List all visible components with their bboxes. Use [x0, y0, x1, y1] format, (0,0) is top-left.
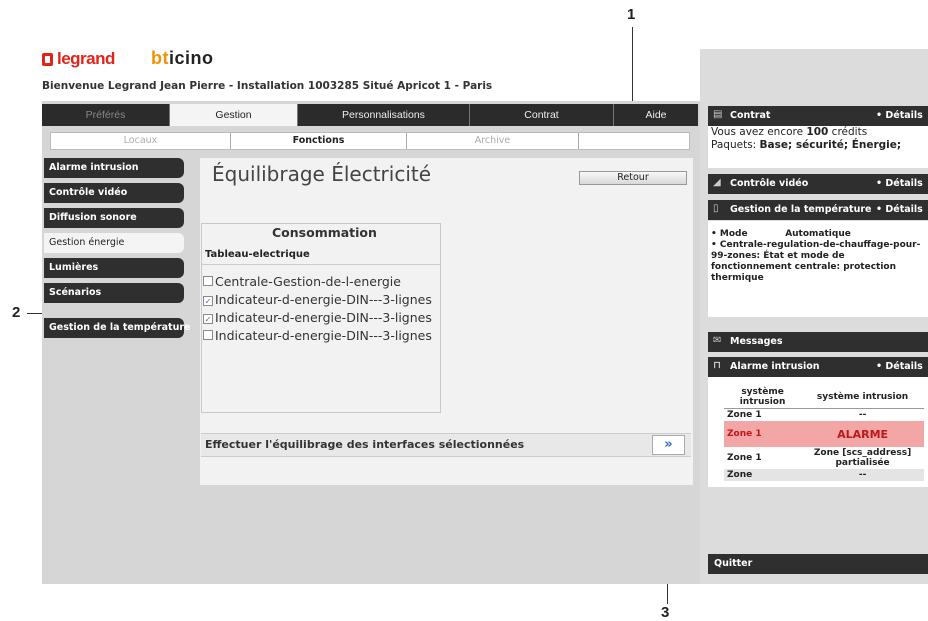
option-label: Indicateur-d-energie-DIN---3-lignes [215, 310, 432, 325]
subtab-archive[interactable]: Archive [407, 133, 579, 149]
messages-header[interactable]: ✉ Messages [708, 332, 928, 352]
option-label: Indicateur-d-energie-DIN---3-lignes [215, 328, 432, 343]
table-row: Zone 1 Zone [scs_address] partialisée [727, 448, 912, 468]
consommation-box: Consommation Tableau-electrique Centrale… [201, 223, 441, 413]
balance-bar: Effectuer l'équilibrage des interfaces s… [201, 433, 691, 457]
subtab-empty [579, 133, 689, 149]
sub-navigation: Locaux Fonctions Archive [50, 132, 690, 150]
interface-option: ✓ Indicateur-d-energie-DIN---3-lignes [203, 310, 440, 325]
contract-icon: ▤ [713, 109, 723, 120]
sidebar-item-controle-video[interactable]: Contrôle vidéo [44, 183, 184, 203]
quitter-button[interactable]: Quitter [708, 554, 928, 574]
sidebar-item-alarme-intrusion[interactable]: Alarme intrusion [44, 158, 184, 178]
video-details-link[interactable]: • Détails [876, 178, 923, 189]
tab-aide[interactable]: Aide [614, 104, 698, 126]
table-row: Zone 1 -- [727, 410, 867, 420]
thermometer-icon: ▯ [713, 203, 719, 214]
option-label: Indicateur-d-energie-DIN---3-lignes [215, 292, 432, 307]
sidebar-item-gestion-temperature[interactable]: Gestion de la température [44, 318, 190, 338]
tab-preferes[interactable]: Préférés [42, 104, 170, 126]
tab-gestion[interactable]: Gestion [170, 104, 298, 126]
alarm-table: système intrusion système intrusion Zone… [724, 386, 924, 481]
balance-label: Effectuer l'équilibrage des interfaces s… [205, 438, 525, 451]
checkbox-indicateur-3[interactable] [203, 330, 213, 340]
main-navigation: Préférés Gestion Personnalisations Contr… [42, 104, 698, 126]
video-header[interactable]: ◢ Contrôle vidéo • Détails [708, 174, 928, 194]
interface-option: ✓ Indicateur-d-energie-DIN---3-lignes [203, 292, 440, 307]
balance-go-button[interactable]: » [652, 435, 685, 455]
subtab-locaux[interactable]: Locaux [51, 133, 231, 149]
table-row: Zone 1 ALARME [724, 421, 924, 447]
checkbox-indicateur-1[interactable]: ✓ [203, 296, 213, 306]
alarme-header[interactable]: ⊓ Alarme intrusion • Détails [708, 357, 928, 377]
tableau-electrique-label: Tableau-electrique [202, 244, 440, 265]
tab-contrat[interactable]: Contrat [470, 104, 614, 126]
temperature-header[interactable]: ▯ Gestion de la température • Détails [708, 200, 928, 220]
mail-icon: ✉ [713, 335, 722, 346]
main-panel: Équilibrage Électricité Retour Consommat… [200, 158, 693, 485]
contrat-header[interactable]: ▤ Contrat • Détails [708, 106, 928, 126]
checkbox-indicateur-2[interactable]: ✓ [203, 314, 213, 324]
lock-icon: ⊓ [713, 360, 721, 371]
temperature-text: • Mode Automatique • Centrale-regulation… [711, 229, 921, 283]
option-label: Centrale-Gestion-de-l-energie [215, 274, 401, 289]
temperature-details-link[interactable]: • Détails [876, 204, 923, 215]
interface-option: Centrale-Gestion-de-l-energie [203, 274, 440, 289]
alarme-details-link[interactable]: • Détails [876, 361, 923, 372]
tab-personnalisations[interactable]: Personnalisations [298, 104, 470, 126]
alarm-table-header: système intrusion système intrusion [724, 386, 924, 409]
interface-list: Centrale-Gestion-de-l-energie ✓ Indicateu… [203, 274, 440, 346]
sidebar-item-gestion-energie[interactable]: Gestion énergie [44, 233, 184, 253]
content-area: Locaux Fonctions Archive Alarme intrusio… [42, 128, 698, 584]
contrat-details-link[interactable]: • Détails [876, 110, 923, 121]
subtab-fonctions[interactable]: Fonctions [231, 133, 407, 149]
retour-button[interactable]: Retour [579, 171, 687, 185]
camera-icon: ◢ [713, 177, 721, 188]
callout-3: 3 [661, 604, 670, 621]
checkbox-centrale[interactable] [203, 276, 213, 286]
legrand-logo-mark [42, 52, 53, 66]
welcome-text: Bienvenue Legrand Jean Pierre - Installa… [42, 80, 493, 92]
table-row: Zone -- [724, 469, 924, 481]
contrat-text: Vous avez encore 100 crédits Paquets: Ba… [711, 126, 902, 151]
sidebar-menu: Alarme intrusion Contrôle vidéo Diffusio… [44, 158, 190, 343]
page-title: Équilibrage Électricité [212, 162, 432, 186]
sidebar-item-diffusion-sonore[interactable]: Diffusion sonore [44, 208, 184, 228]
sidebar-item-lumieres[interactable]: Lumières [44, 258, 184, 278]
interface-option: Indicateur-d-energie-DIN---3-lignes [203, 328, 440, 343]
legrand-logo: legrand [42, 49, 115, 69]
consommation-title: Consommation [272, 225, 377, 240]
callout-1: 1 [627, 6, 636, 23]
bticino-logo: bticino [151, 48, 214, 68]
callout-2: 2 [12, 304, 21, 321]
sidebar-item-scenarios[interactable]: Scénarios [44, 283, 184, 303]
